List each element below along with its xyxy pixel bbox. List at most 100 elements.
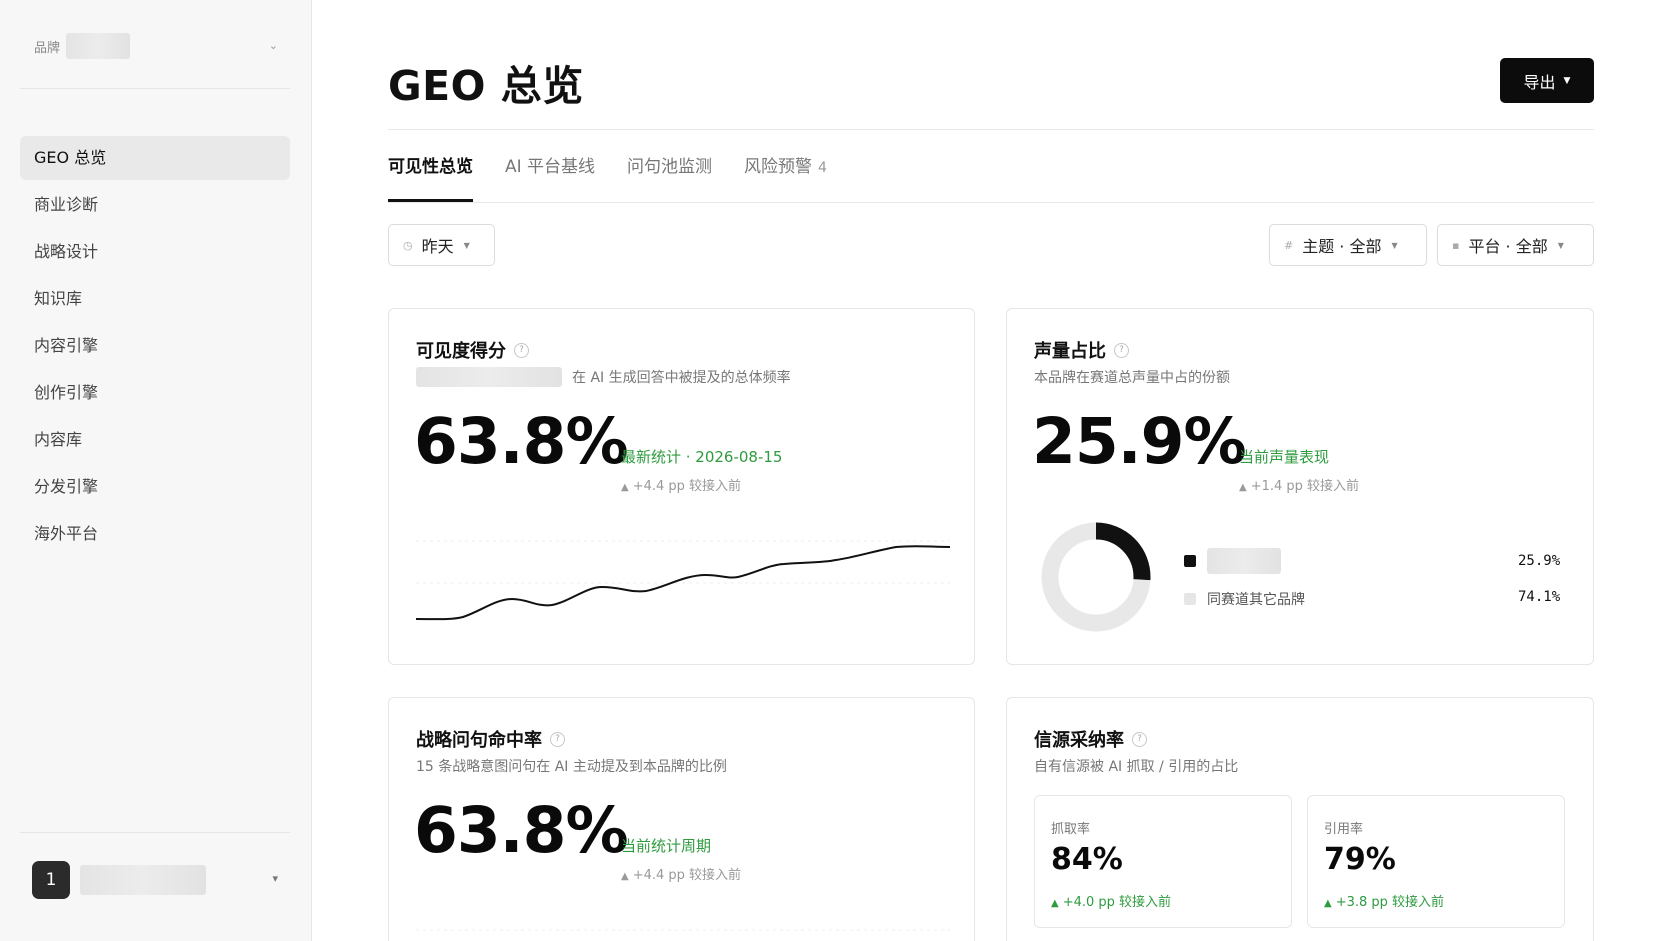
legend-item-others: 同赛道其它品牌 (1184, 589, 1305, 609)
hash-icon: # (1284, 238, 1294, 252)
triangle-up-icon: ▲ (1051, 898, 1059, 909)
sidebar: 品牌 ⌄ GEO 总览 商业诊断 战略设计 知识库 内容引擎 创作引擎 内容库 … (0, 0, 312, 941)
brand-selector[interactable]: 品牌 ⌄ (20, 30, 290, 62)
export-button[interactable]: 导出 ▼ (1500, 58, 1594, 103)
clock-icon: ◷ (403, 238, 413, 252)
topic-filter-value: 主题 · 全部 (1302, 237, 1382, 256)
help-icon[interactable]: ? (514, 342, 529, 358)
sidebar-divider (20, 832, 290, 833)
user-name-redacted (80, 865, 206, 895)
status-label: 当前统计周期 (621, 837, 712, 855)
chevron-down-icon: ▼ (1391, 240, 1398, 250)
source-adoption-card: 信源采纳率 ? 自有信源被 AI 抓取 / 引用的占比 抓取率 84% ▲ +4.… (1006, 697, 1594, 941)
crawl-rate-label: 抓取率 (1051, 822, 1091, 837)
tab-bar: 可见性总览 AI 平台基线 问句池监测 风险预警 4 (388, 152, 859, 202)
date-filter-value: 昨天 (421, 237, 454, 256)
topic-filter[interactable]: # 主题 · 全部 ▼ (1269, 224, 1427, 266)
triangle-up-icon: ▲ (1239, 482, 1247, 493)
delta-value: +4.4 pp 较接入前 (632, 479, 742, 494)
brand-name-redacted (416, 367, 562, 387)
sidebar-nav: GEO 总览 商业诊断 战略设计 知识库 内容引擎 创作引擎 内容库 分发引擎 … (20, 136, 290, 559)
triangle-up-icon: ▲ (621, 482, 629, 493)
visibility-trend-chart (416, 540, 950, 621)
tabs-divider (388, 202, 1594, 203)
tab-query-pool-monitoring[interactable]: 问句池监测 (627, 152, 712, 202)
sidebar-item-strategy-design[interactable]: 战略设计 (20, 230, 290, 274)
platform-filter[interactable]: ▪ 平台 · 全部 ▼ (1437, 224, 1594, 266)
card-title-text: 可见度得分 (416, 341, 506, 362)
card-subtitle: 15 条战略意图问句在 AI 主动提及到本品牌的比例 (416, 759, 727, 775)
risk-count-badge: 4 (818, 160, 827, 176)
delta-text: ▲ +3.8 pp 较接入前 (1324, 891, 1444, 910)
citation-rate-value: 79% (1324, 842, 1396, 877)
brand-label: 品牌 (34, 40, 61, 56)
delta-value: +3.8 pp 较接入前 (1335, 895, 1445, 910)
user-menu[interactable]: 1 ▾ (20, 858, 290, 902)
page-title: GEO 总览 (388, 62, 584, 110)
sidebar-item-content-library[interactable]: 内容库 (20, 418, 290, 462)
tab-label: 问句池监测 (627, 157, 713, 177)
visibility-value: 63.8% (414, 405, 629, 478)
delta-value: +1.4 pp 较接入前 (1250, 479, 1360, 494)
sidebar-item-business-diagnosis[interactable]: 商业诊断 (20, 183, 290, 227)
card-title: 可见度得分 ? (416, 337, 529, 363)
sidebar-item-content-engine[interactable]: 内容引擎 (20, 324, 290, 368)
share-donut-chart (1041, 522, 1151, 632)
card-title-text: 信源采纳率 (1034, 730, 1124, 751)
tab-label: 风险预警 (744, 157, 813, 177)
help-icon[interactable]: ? (1114, 342, 1129, 358)
card-title: 信源采纳率 ? (1034, 726, 1147, 752)
sidebar-item-creation-engine[interactable]: 创作引擎 (20, 371, 290, 415)
delta-text: ▲ +4.0 pp 较接入前 (1051, 891, 1171, 910)
tab-risk-alerts[interactable]: 风险预警 4 (744, 152, 827, 202)
tab-label: AI 平台基线 (505, 157, 596, 177)
card-subtitle: 在 AI 生成回答中被提及的总体频率 (572, 370, 791, 386)
date-filter[interactable]: ◷ 昨天 ▼ (388, 224, 495, 266)
delta-text: ▲ +4.4 pp 较接入前 (621, 475, 741, 494)
sidebar-item-geo-overview[interactable]: GEO 总览 (20, 136, 290, 180)
tab-label: 可见性总览 (388, 157, 473, 177)
legend-swatch (1184, 555, 1196, 567)
help-icon[interactable]: ? (550, 731, 565, 747)
sidebar-item-overseas-platform[interactable]: 海外平台 (20, 512, 290, 556)
delta-text: ▲ +1.4 pp 较接入前 (1239, 475, 1359, 494)
card-subtitle: 本品牌在赛道总声量中占的份额 (1034, 370, 1230, 386)
legend-value: 74.1% (1518, 589, 1561, 605)
crawl-rate-value: 84% (1051, 842, 1123, 877)
card-title-text: 声量占比 (1034, 341, 1106, 362)
tab-ai-platform-baseline[interactable]: AI 平台基线 (505, 152, 595, 202)
chevron-down-icon[interactable]: ⌄ (269, 39, 278, 52)
citation-rate-label: 引用率 (1324, 822, 1364, 837)
sidebar-divider (20, 88, 290, 89)
triangle-up-icon: ▲ (621, 871, 629, 882)
card-title: 战略问句命中率 ? (416, 726, 565, 752)
citation-rate-card: 引用率 79% ▲ +3.8 pp 较接入前 (1307, 795, 1565, 928)
hit-rate-value: 63.8% (414, 794, 629, 867)
brand-name-redacted (66, 33, 131, 59)
triangle-up-icon: ▲ (1324, 898, 1332, 909)
sidebar-item-distribution-engine[interactable]: 分发引擎 (20, 465, 290, 509)
legend-item-brand (1184, 548, 1281, 574)
chevron-down-icon: ▼ (463, 240, 470, 250)
card-subtitle: 自有信源被 AI 抓取 / 引用的占比 (1034, 759, 1239, 775)
card-title-text: 战略问句命中率 (416, 730, 542, 751)
legend-label: 同赛道其它品牌 (1207, 592, 1305, 608)
avatar: 1 (32, 861, 70, 899)
chevron-down-icon[interactable]: ▾ (272, 872, 278, 885)
chevron-down-icon: ▼ (1563, 75, 1571, 86)
share-of-voice-value: 25.9% (1032, 405, 1247, 478)
chevron-down-icon: ▼ (1557, 240, 1564, 250)
strategic-hit-rate-card: 战略问句命中率 ? 15 条战略意图问句在 AI 主动提及到本品牌的比例 63.… (388, 697, 975, 941)
legend-swatch (1184, 593, 1196, 605)
share-of-voice-card: 声量占比 ? 本品牌在赛道总声量中占的份额 25.9% 当前声量表现 ▲ +1.4… (1006, 308, 1594, 665)
help-icon[interactable]: ? (1132, 731, 1147, 747)
brand-name-redacted (1207, 548, 1281, 574)
sidebar-item-knowledge-base[interactable]: 知识库 (20, 277, 290, 321)
platform-filter-value: 平台 · 全部 (1468, 237, 1548, 256)
status-label: 当前声量表现 (1239, 448, 1330, 466)
card-title: 声量占比 ? (1034, 337, 1129, 363)
crawl-rate-card: 抓取率 84% ▲ +4.0 pp 较接入前 (1034, 795, 1292, 928)
tab-visibility-overview[interactable]: 可见性总览 (388, 152, 473, 202)
delta-value: +4.0 pp 较接入前 (1062, 895, 1172, 910)
hit-rate-trend-chart (416, 929, 950, 931)
